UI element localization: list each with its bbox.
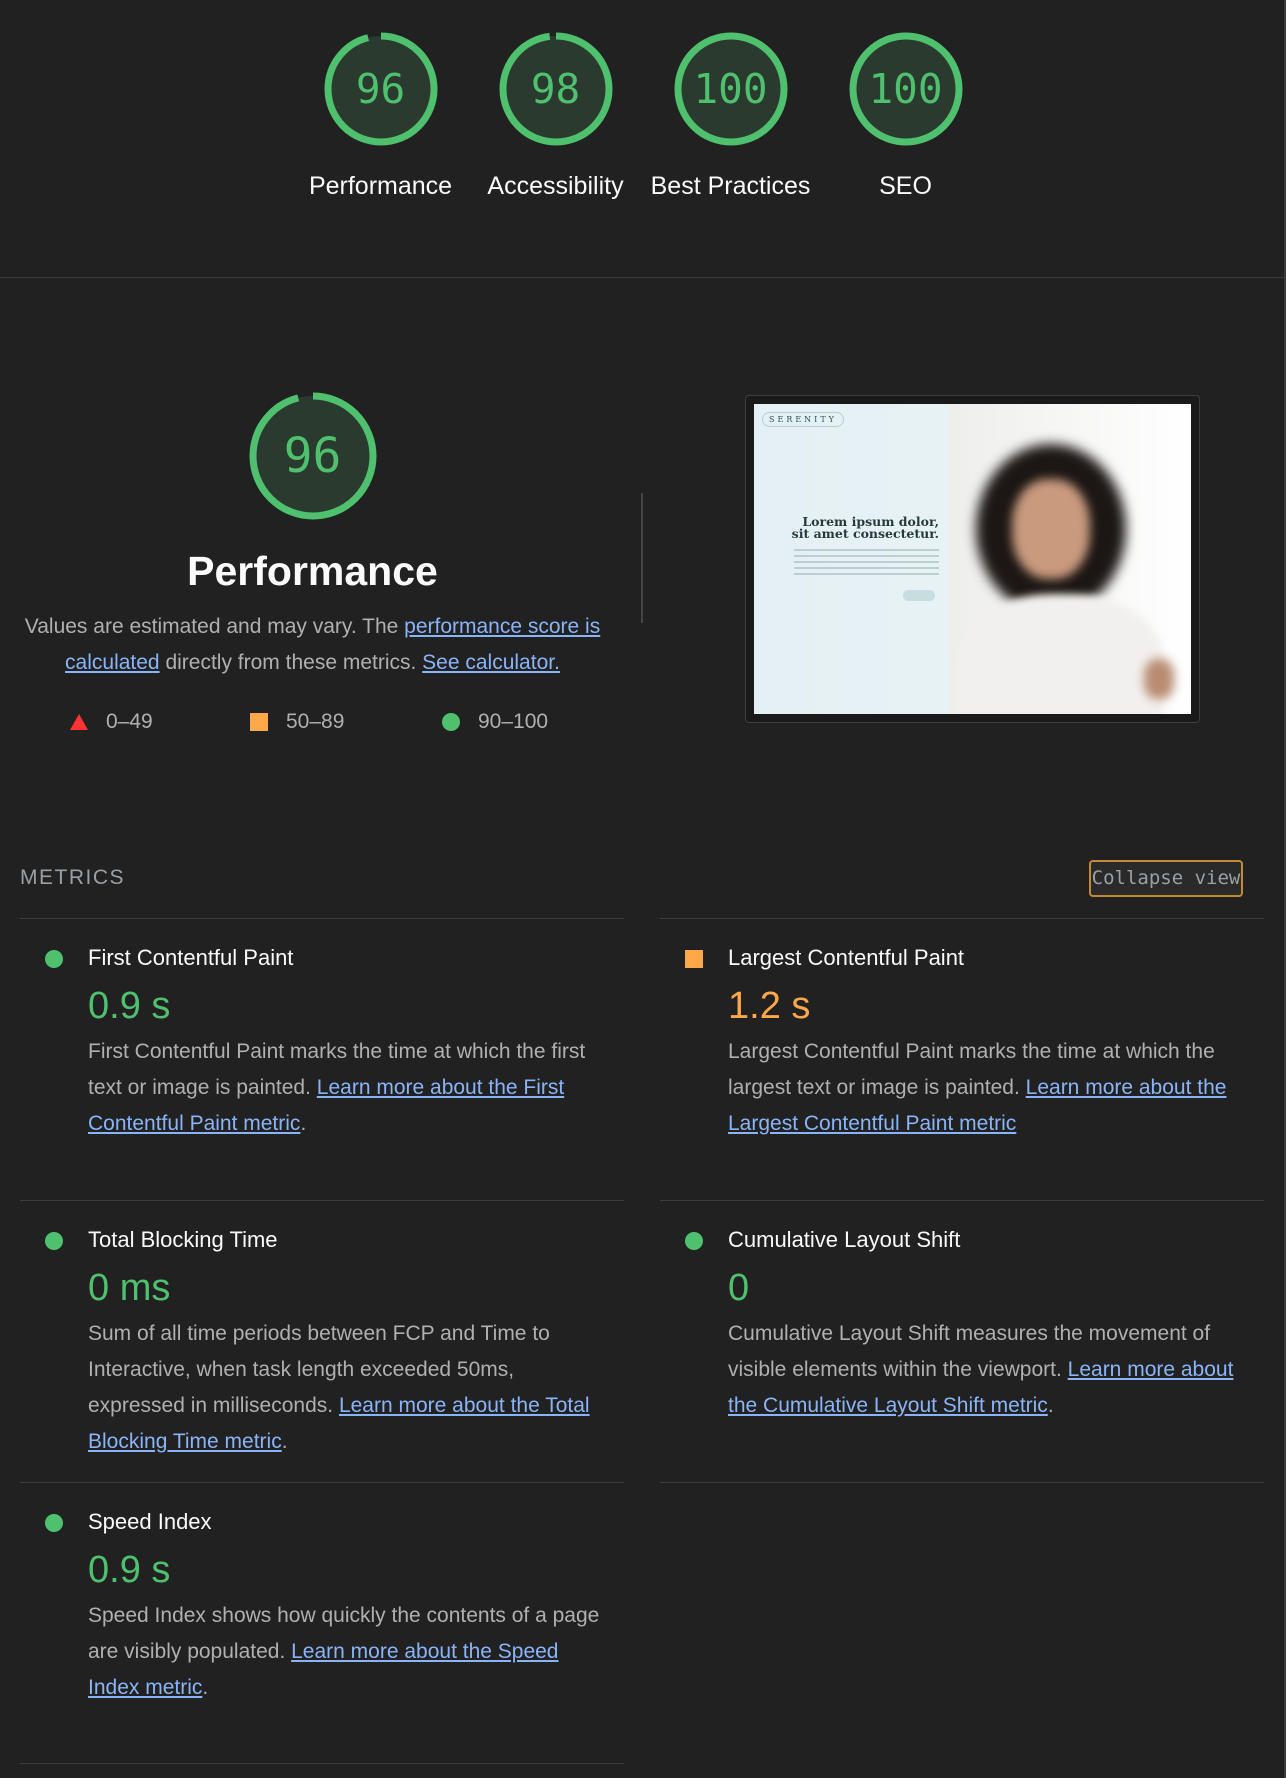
- metric-title: Total Blocking Time: [88, 1227, 278, 1252]
- screenshot-cta: [903, 590, 935, 601]
- metric-description-tail: .: [202, 1676, 209, 1699]
- performance-score: 96: [283, 428, 342, 484]
- metric-description-tail: .: [281, 1430, 288, 1453]
- gauge-label: Performance: [308, 172, 453, 200]
- metric-description-tail: .: [1047, 1394, 1054, 1417]
- performance-gauge: 96: [247, 390, 379, 522]
- gauge-score: 98: [530, 65, 581, 113]
- metric-description: First Contentful Paint marks the time at…: [88, 1034, 608, 1142]
- screenshot-headline: Lorem ipsum dolor, sit amet consectetur.: [791, 514, 939, 541]
- description-text: directly from these metrics.: [159, 651, 423, 674]
- performance-title: Performance: [187, 548, 438, 594]
- metric-title: Cumulative Layout Shift: [728, 1227, 961, 1252]
- legend-pass-label: 90–100: [478, 710, 549, 733]
- pass-circle-icon: [45, 1232, 63, 1250]
- metric-value: 0.9 s: [88, 1549, 171, 1591]
- gauge-accessibility[interactable]: 98 Accessibility: [468, 30, 643, 204]
- gauge-best-practices[interactable]: 100 Best Practices: [643, 30, 818, 204]
- metric-description: Largest Contentful Paint marks the time …: [728, 1034, 1248, 1142]
- screenshot-photo-body: [959, 594, 1164, 714]
- metric-value: 0 ms: [88, 1267, 171, 1309]
- metric-title: Largest Contentful Paint: [728, 945, 965, 970]
- metric-description: Sum of all time periods between FCP and …: [88, 1316, 608, 1460]
- metric-largest-contentful-paint: Largest Contentful Paint 1.2 s Largest C…: [660, 918, 1264, 1201]
- gauge-score: 96: [355, 65, 406, 113]
- triangle-icon: [70, 714, 88, 730]
- legend-average: 50–89: [250, 710, 442, 734]
- score-summary: 96 Performance 98 Accessibility 100 Best…: [0, 0, 1286, 278]
- screenshot-brand-logo: SERENITY: [762, 412, 844, 427]
- circle-icon: [442, 713, 460, 731]
- gauge-ring: 98: [497, 30, 615, 148]
- gauge-ring: 96: [322, 30, 440, 148]
- metric-divider: [660, 1482, 1264, 1483]
- metric-first-contentful-paint: First Contentful Paint 0.9 s First Conte…: [20, 918, 624, 1201]
- score-legend: 0–49 50–89 90–100: [70, 710, 548, 734]
- metric-cumulative-layout-shift: Cumulative Layout Shift 0 Cumulative Lay…: [660, 1200, 1264, 1483]
- square-icon: [250, 713, 268, 731]
- legend-fail-label: 0–49: [106, 710, 153, 733]
- metric-title: Speed Index: [88, 1509, 212, 1534]
- gauge-seo[interactable]: 100 SEO: [818, 30, 993, 204]
- average-square-icon: [685, 950, 703, 968]
- metric-description: Cumulative Layout Shift measures the mov…: [728, 1316, 1248, 1424]
- screenshot-photo-face: [1012, 479, 1090, 579]
- screenshot-photo-arm: [1144, 659, 1174, 699]
- metric-description: Speed Index shows how quickly the conten…: [88, 1598, 608, 1706]
- divider: [20, 1763, 624, 1764]
- legend-average-label: 50–89: [286, 710, 345, 733]
- gauge-score: 100: [868, 65, 943, 113]
- metric-speed-index: Speed Index 0.9 s Speed Index shows how …: [20, 1482, 624, 1764]
- gauge-label: Accessibility: [487, 172, 624, 200]
- gauge-label: Best Practices: [650, 172, 811, 200]
- legend-fail: 0–49: [70, 710, 250, 734]
- final-screenshot[interactable]: SERENITY Lorem ipsum dolor, sit amet con…: [745, 395, 1200, 723]
- performance-section: 96 Performance Values are estimated and …: [0, 390, 625, 681]
- gauge-row: 96 Performance 98 Accessibility 100 Best…: [0, 30, 1286, 204]
- screenshot-body-text: [794, 549, 939, 575]
- gauge-ring: 100: [847, 30, 965, 148]
- gauge-performance[interactable]: 96 Performance: [293, 30, 468, 204]
- metrics-header: METRICS: [20, 866, 125, 889]
- see-calculator-link[interactable]: See calculator.: [422, 651, 560, 674]
- description-text: Values are estimated and may vary. The: [24, 615, 405, 638]
- collapse-view-button[interactable]: Collapse view: [1089, 860, 1243, 897]
- metric-title: First Contentful Paint: [88, 945, 294, 970]
- metric-value: 0: [728, 1267, 750, 1309]
- metric-value: 1.2 s: [728, 985, 811, 1027]
- gauge-label: SEO: [879, 172, 932, 200]
- divider: [641, 493, 643, 623]
- pass-circle-icon: [685, 1232, 703, 1250]
- legend-pass: 90–100: [442, 710, 548, 734]
- gauge-ring: 100: [672, 30, 790, 148]
- screenshot-image: SERENITY Lorem ipsum dolor, sit amet con…: [754, 404, 1191, 714]
- metric-description-tail: .: [300, 1112, 307, 1135]
- metric-value: 0.9 s: [88, 985, 171, 1027]
- pass-circle-icon: [45, 1514, 63, 1532]
- metric-total-blocking-time: Total Blocking Time 0 ms Sum of all time…: [20, 1200, 624, 1483]
- performance-description: Values are estimated and may vary. The p…: [18, 609, 608, 681]
- pass-circle-icon: [45, 950, 63, 968]
- gauge-score: 100: [693, 65, 768, 113]
